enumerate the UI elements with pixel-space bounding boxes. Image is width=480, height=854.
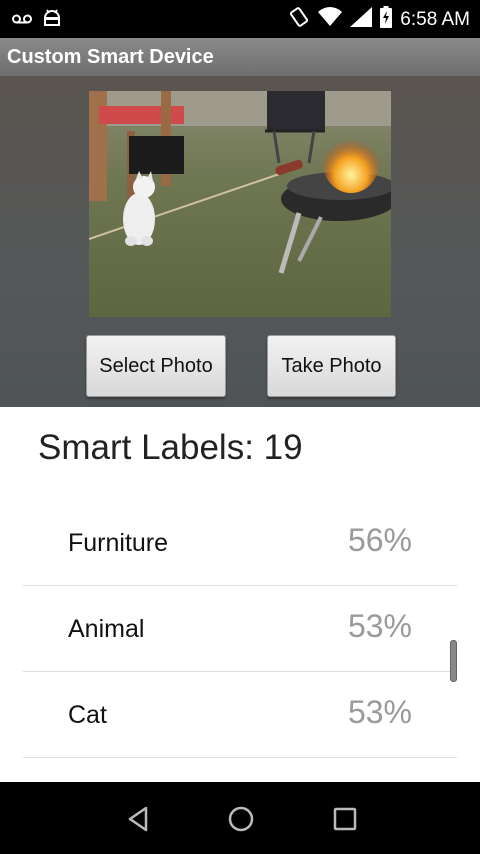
label-percent: 53% — [347, 694, 412, 730]
status-bar: 6:58 AM — [0, 0, 480, 38]
voicemail-icon — [12, 12, 32, 30]
label-row-animal[interactable]: Animal 53% — [23, 586, 457, 672]
home-icon[interactable] — [223, 802, 259, 836]
label-percent: 53% — [347, 608, 412, 644]
app-title: Custom Smart Device — [7, 46, 214, 68]
take-photo-button[interactable]: Take Photo — [267, 335, 396, 397]
label-row-furniture[interactable]: Furniture 56% — [23, 500, 457, 586]
vibrate-icon — [288, 6, 310, 33]
recents-icon[interactable] — [327, 802, 363, 836]
select-photo-button[interactable]: Select Photo — [86, 335, 226, 397]
signal-icon — [350, 7, 373, 32]
wifi-icon — [318, 7, 343, 32]
list-divider — [23, 757, 457, 758]
label-percent: 56% — [347, 522, 412, 558]
label-name: Cat — [68, 701, 107, 729]
label-name: Animal — [68, 615, 145, 643]
back-icon[interactable] — [120, 802, 156, 836]
action-bar: Custom Smart Device — [0, 38, 480, 76]
label-row-cat[interactable]: Cat 53% — [23, 672, 457, 758]
list-scrollbar[interactable] — [450, 640, 457, 682]
label-name: Furniture — [68, 529, 169, 557]
status-clock: 6:58 AM — [400, 8, 470, 30]
android-icon — [42, 9, 62, 32]
smart-labels-heading: Smart Labels: 19 — [38, 428, 303, 467]
selected-photo — [89, 91, 391, 317]
navigation-bar — [0, 782, 480, 854]
battery-charging-icon — [380, 6, 393, 33]
photo-panel: Select Photo Take Photo — [0, 76, 480, 407]
